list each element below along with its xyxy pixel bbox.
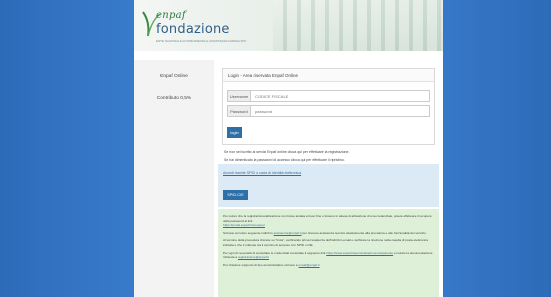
notice-paragraph-5: Per chiedere supporto di tipo amministra… <box>223 263 434 268</box>
login-panel-title: Login - Area riservata Enpaf Online <box>223 69 434 82</box>
login-button[interactable]: login <box>227 127 242 138</box>
logo-fondazione: fondazione <box>156 22 230 37</box>
logo-subtitle: ENTE NAZIONALE DI PREVIDENZA E ASSISTENZ… <box>156 39 247 43</box>
spid-link[interactable]: Accedi tramite SPID o carta di identità … <box>223 171 434 175</box>
notice-link-trasparenza[interactable]: https://www.enpaf.it/amministrazione-tra… <box>326 251 393 255</box>
enpaf-logo[interactable]: enpaf fondazione ENTE NAZIONALE DI PREVI… <box>140 6 246 46</box>
username-row: Username <box>227 90 430 102</box>
spid-box: Accedi tramite SPID o carta di identità … <box>218 164 439 207</box>
header-banner-image <box>273 0 443 51</box>
login-panel: Login - Area riservata Enpaf Online User… <box>222 68 435 145</box>
notice-paragraph-2: Scrivete al nostro seguente indirizzo as… <box>223 231 434 236</box>
register-info[interactable]: Se non sei iscritto ai servizi Enpaf onl… <box>224 150 349 154</box>
page-container: enpaf fondazione ENTE NAZIONALE DI PREVI… <box>134 0 443 297</box>
main-content: Login - Area riservata Enpaf Online User… <box>218 60 439 297</box>
sidebar-item-enpaf-online[interactable]: Enpaf Online <box>134 74 214 79</box>
notice-text: per ricevere assistenza tecnica relativa… <box>302 230 427 235</box>
username-input[interactable] <box>251 90 430 102</box>
notice-box: Per coloro che la registrazione/attivazi… <box>218 209 439 297</box>
notice-link-enpaf[interactable]: enpaf@enpaf.it <box>299 263 320 267</box>
sidebar-item-contributo[interactable]: Contributo 0,5% <box>134 96 214 101</box>
notice-text: Per coloro che la registrazione/attivazi… <box>223 214 432 223</box>
notice-paragraph-1: Per coloro che la registrazione/attivazi… <box>223 214 434 228</box>
password-row: Password <box>227 105 430 117</box>
notice-text: Scrivete al nostro seguente indirizzo <box>223 230 273 235</box>
recover-password-info[interactable]: Se hai dimenticato la password di access… <box>224 158 345 162</box>
sidebar: Enpaf Online Contributo 0,5% <box>134 60 214 297</box>
notice-text: Per chiedere supporto di tipo amministra… <box>223 262 298 267</box>
notice-paragraph-4: Per ogni di necessità di consultare le c… <box>223 251 434 260</box>
notice-paragraph-3: Al termine della procedura cliccare su "… <box>223 238 428 247</box>
logo-name: enpaf <box>156 10 186 21</box>
notice-link-recovery[interactable]: https://portal.enpaf.it/recupero/ <box>223 223 265 227</box>
notice-text: Per ogni di necessità di consultare le c… <box>223 250 326 255</box>
password-input[interactable] <box>251 105 430 117</box>
spid-cie-button[interactable]: SPID-CIE <box>223 190 248 200</box>
notice-link-assistenza[interactable]: assistenza@enpaf.it <box>274 231 302 235</box>
password-label: Password <box>227 105 251 117</box>
site-header: enpaf fondazione ENTE NAZIONALE DI PREVI… <box>134 0 443 51</box>
username-label: Username <box>227 90 251 102</box>
notice-link-registrazione[interactable]: registrazione@enpaf.it <box>238 255 269 259</box>
